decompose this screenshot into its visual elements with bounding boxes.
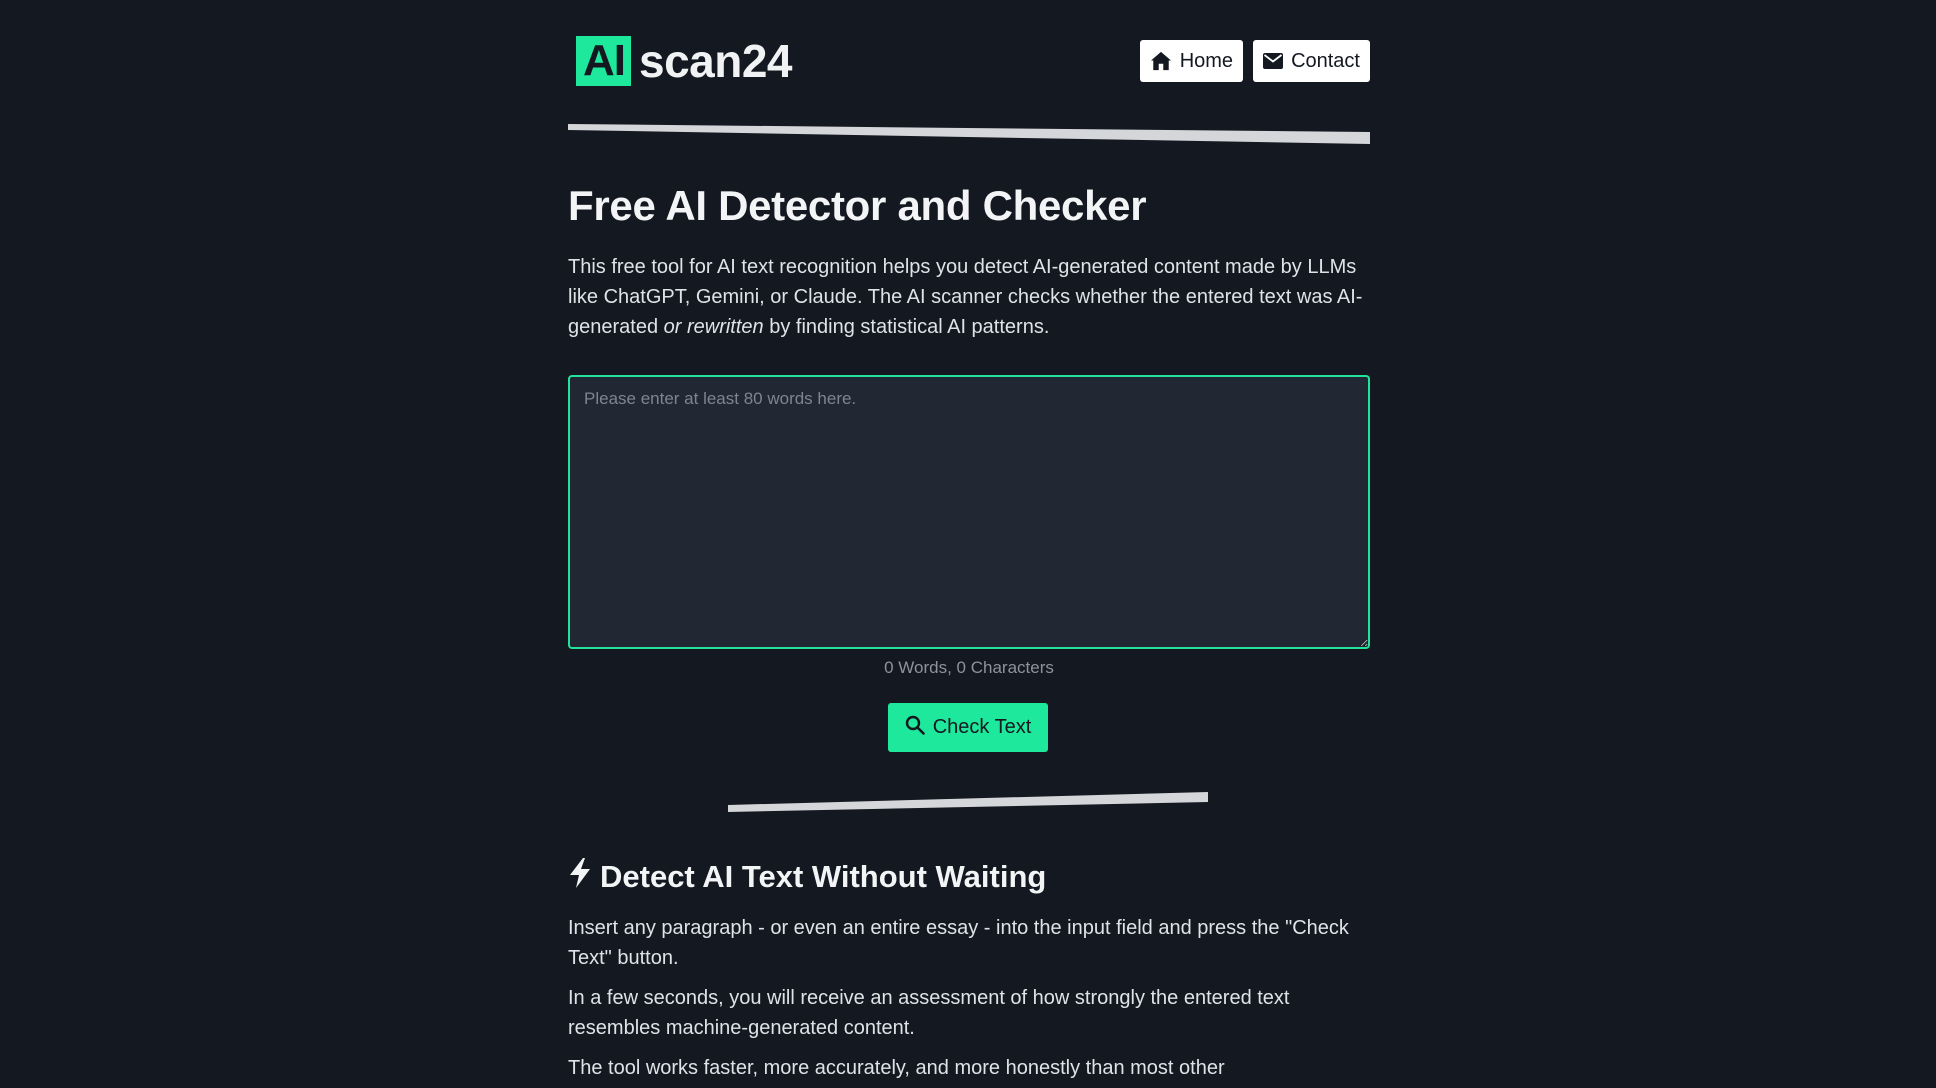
home-icon (1150, 51, 1172, 71)
section-paragraph: In a few seconds, you will receive an as… (568, 987, 1290, 1039)
text-input-wrapper (568, 375, 1370, 649)
section-paragraph: Insert any paragraph - or even an entire… (568, 917, 1349, 969)
search-icon (905, 715, 925, 741)
section-paragraph: The tool works faster, more accurately, … (568, 1057, 1225, 1079)
contact-button[interactable]: Contact (1253, 40, 1370, 82)
word-character-counter: 0 Words, 0 Characters (884, 658, 1054, 677)
logo-text: scan24 (639, 35, 793, 87)
home-button[interactable]: Home (1139, 40, 1244, 82)
site-logo[interactable]: AI scan24 (576, 35, 793, 87)
envelope-icon (1263, 53, 1284, 69)
intro-paragraph: This free tool for AI text recognition h… (568, 252, 1368, 342)
page: AI scan24 Home Contact Free AI Detector … (0, 0, 1936, 1088)
bolt-icon (568, 858, 592, 896)
home-label: Home (1179, 49, 1234, 72)
page-title: Free AI Detector and Checker (568, 182, 1147, 229)
section-divider (728, 792, 1208, 812)
contact-label: Contact (1291, 49, 1360, 72)
site-header: AI scan24 Home Contact (568, 0, 1370, 144)
logo-badge: AI (576, 36, 631, 86)
header-divider (568, 124, 1370, 144)
top-nav: Home Contact (1139, 40, 1370, 82)
intro-emphasis: or rewritten (663, 316, 764, 338)
text-input[interactable] (568, 375, 1370, 649)
main-container: AI scan24 Home Contact Free AI Detector … (568, 0, 1370, 1079)
intro-text-end: by finding statistical AI patterns. (763, 316, 1050, 338)
check-text-label: Check Text (932, 716, 1032, 738)
check-text-button[interactable]: Check Text (888, 703, 1048, 752)
section-title-text: Detect AI Text Without Waiting (600, 859, 1047, 894)
section-title: Detect AI Text Without Waiting (568, 858, 1046, 896)
